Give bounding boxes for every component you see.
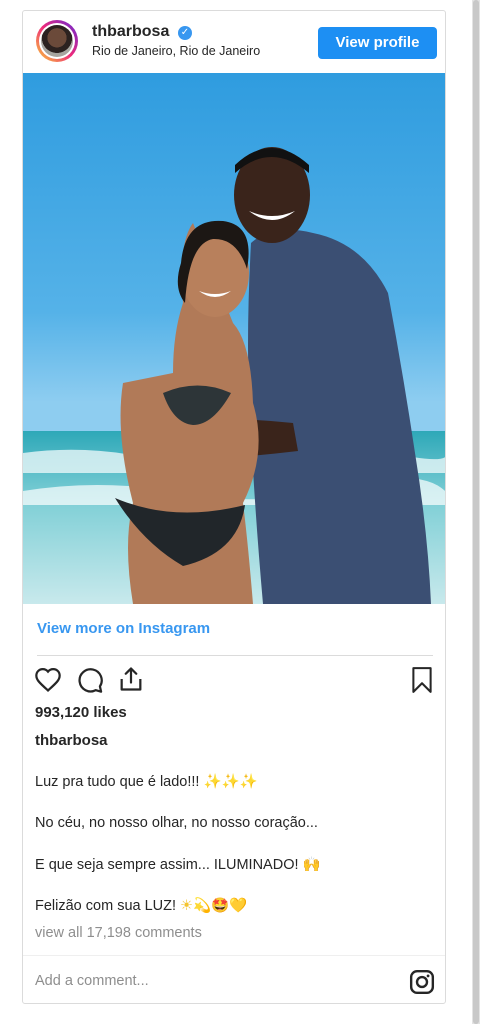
view-profile-button[interactable]: View profile — [318, 27, 437, 59]
raised-hands-icon: 🙌 — [302, 857, 321, 873]
caption-line: Luz pra tudo que é lado!!! ✨✨✨ — [35, 773, 258, 790]
avatar-ring — [39, 23, 75, 59]
post-photo[interactable] — [23, 73, 445, 604]
divider — [37, 655, 433, 656]
caption-author[interactable]: thbarbosa — [35, 732, 108, 749]
page-scrollbar[interactable] — [472, 0, 480, 1024]
share-icon[interactable] — [117, 665, 145, 693]
caption-line: Felizão com sua LUZ! ☀💫🤩💛 — [35, 897, 247, 914]
verified-badge-icon: ✓ — [178, 26, 192, 40]
caption-text: Felizão com sua LUZ! — [35, 898, 181, 914]
avatar-photo — [41, 25, 73, 57]
bookmark-icon[interactable] — [409, 666, 435, 694]
view-all-comments-link[interactable]: view all 17,198 comments — [35, 925, 202, 941]
instagram-embed-card: thbarbosa ✓ Rio de Janeiro, Rio de Janei… — [22, 10, 446, 1004]
caption-line: No céu, no nosso olhar, no nosso coração… — [35, 815, 318, 831]
heart-icon[interactable] — [34, 666, 62, 694]
comment-icon[interactable] — [76, 666, 104, 694]
avatar[interactable] — [36, 20, 78, 62]
username-link[interactable]: thbarbosa — [92, 23, 169, 41]
add-comment-input[interactable]: Add a comment... — [35, 973, 149, 989]
view-more-on-instagram-link[interactable]: View more on Instagram — [37, 620, 210, 637]
caption-text: Luz pra tudo que é lado!!! — [35, 774, 204, 790]
location-link[interactable]: Rio de Janeiro, Rio de Janeiro — [92, 44, 282, 58]
caption-text: E que seja sempre assim... ILUMINADO! — [35, 857, 303, 873]
caption-line: E que seja sempre assim... ILUMINADO! 🙌 — [35, 856, 321, 873]
post-photo-illustration — [23, 147, 445, 604]
caption-text: No céu, no nosso olhar, no nosso coração… — [35, 815, 318, 831]
scrollbar-thumb[interactable] — [473, 0, 479, 1024]
sparkles-icon: ✨✨✨ — [203, 774, 258, 790]
instagram-icon[interactable] — [409, 969, 435, 995]
sun-dizzy-starstruck-heart-icons: ☀💫🤩💛 — [180, 898, 248, 914]
divider — [23, 955, 445, 956]
likes-count[interactable]: 993,120 likes — [35, 704, 127, 721]
post-header: thbarbosa ✓ Rio de Janeiro, Rio de Janei… — [23, 11, 445, 73]
